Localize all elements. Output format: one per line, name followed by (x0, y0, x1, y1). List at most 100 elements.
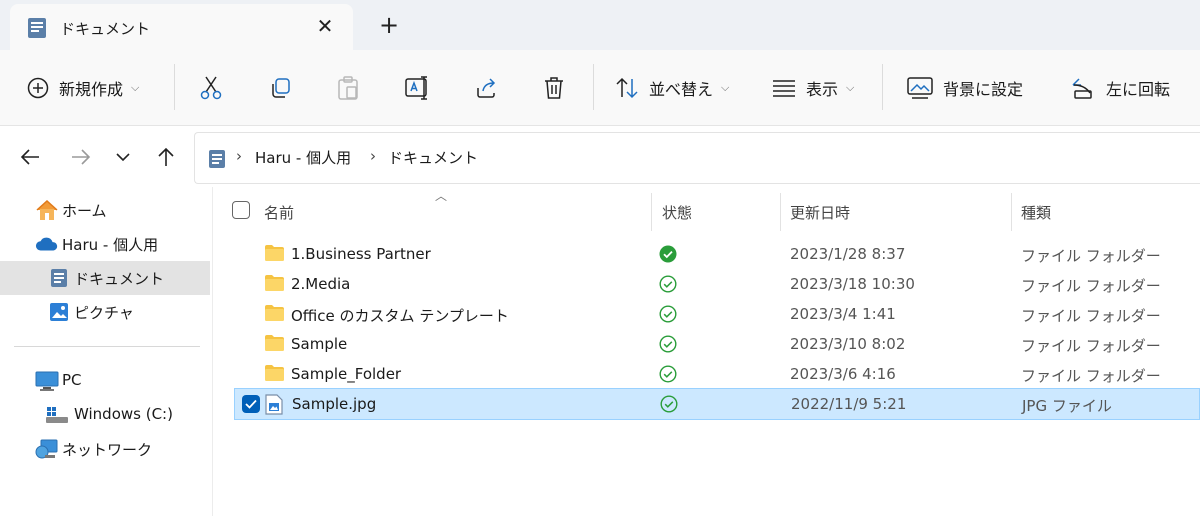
select-all-checkbox[interactable] (232, 201, 250, 219)
file-type: ファイル フォルダー (1021, 277, 1161, 295)
forward-button[interactable] (69, 145, 93, 169)
set-as-background-button[interactable]: 背景に設定 (907, 70, 1023, 106)
rotate-left-button[interactable]: 左に回転 (1070, 70, 1170, 106)
new-button[interactable]: 新規作成 ⌵ (27, 70, 139, 106)
copy-icon (270, 77, 292, 99)
sort-arrows-icon (615, 77, 639, 99)
cut-button[interactable] (200, 70, 222, 106)
column-header-name[interactable]: 名前 (264, 202, 294, 223)
sidebar-item-label: ネットワーク (62, 441, 153, 459)
table-row[interactable]: Sample_Folder 2023/3/6 4:16 ファイル フォルダー (234, 359, 1200, 389)
close-tab-button[interactable]: ✕ (312, 13, 338, 39)
jpg-file-icon (265, 394, 283, 419)
sync-status-icon (659, 305, 677, 327)
sync-status-icon (659, 275, 677, 297)
folder-icon (264, 274, 285, 296)
sidebar-item-documents[interactable]: ドキュメント (0, 261, 210, 295)
sync-status-icon (659, 365, 677, 387)
column-divider[interactable] (780, 193, 781, 231)
column-divider[interactable] (651, 193, 652, 231)
file-name: Office のカスタム テンプレート (291, 307, 509, 325)
tab-documents[interactable]: ドキュメント ✕ (10, 4, 353, 50)
folder-icon (264, 334, 285, 356)
file-date: 2022/11/9 5:21 (791, 395, 907, 413)
tab-title: ドキュメント (60, 20, 151, 38)
sync-status-icon (659, 335, 677, 357)
sidebar-item-label: Haru - 個人用 (62, 236, 159, 254)
file-name: Sample (291, 335, 348, 353)
new-tab-button[interactable]: + (375, 11, 403, 39)
breadcrumb-separator: › (236, 147, 242, 165)
sidebar-item-home[interactable]: ホーム (0, 193, 210, 227)
sort-button-label: 並べ替え (649, 80, 714, 99)
sidebar-item-network[interactable]: ネットワーク (0, 432, 210, 466)
sidebar-item-pictures[interactable]: ピクチャ (0, 295, 210, 329)
column-header-status[interactable]: 状態 (662, 202, 692, 223)
paste-button[interactable] (337, 70, 359, 106)
sidebar-item-label: ホーム (62, 202, 107, 220)
file-name: Sample_Folder (291, 365, 402, 383)
rotate-left-icon (1070, 76, 1096, 100)
sync-status-icon (660, 395, 678, 417)
recent-locations-button[interactable] (111, 145, 135, 169)
table-row[interactable]: Office のカスタム テンプレート 2023/3/4 1:41 ファイル フ… (234, 299, 1200, 329)
table-row[interactable]: 2.Media 2023/3/18 10:30 ファイル フォルダー (234, 269, 1200, 299)
delete-button[interactable] (543, 70, 565, 106)
onedrive-cloud-icon (35, 232, 59, 256)
sync-status-filled-icon (659, 245, 677, 267)
sidebar-item-windows-drive[interactable]: Windows (C:) (0, 398, 210, 432)
column-header-type[interactable]: 種類 (1021, 202, 1051, 223)
scissors-icon (200, 76, 222, 100)
file-date: 2023/3/4 1:41 (790, 305, 896, 323)
chevron-down-icon: ⌵ (131, 81, 140, 94)
file-type: ファイル フォルダー (1021, 337, 1161, 355)
sidebar-item-label: ピクチャ (74, 304, 134, 322)
rename-button[interactable] (405, 70, 431, 106)
column-header-date-modified[interactable]: 更新日時 (790, 202, 850, 223)
address-bar[interactable]: › Haru - 個人用 › ドキュメント (194, 132, 1200, 184)
documents-icon (47, 266, 71, 290)
copy-button[interactable] (270, 70, 292, 106)
command-bar: 新規作成 ⌵ 並べ替え ⌵ 表示 ⌵ 背景に設定 左に回転 (0, 50, 1200, 126)
breadcrumb-item-documents[interactable]: ドキュメント (388, 147, 478, 168)
set-as-background-label: 背景に設定 (943, 80, 1024, 99)
toolbar-divider (593, 64, 594, 110)
file-date: 2023/3/18 10:30 (790, 275, 915, 293)
sidebar-divider (14, 346, 200, 347)
share-icon (475, 77, 499, 99)
view-button[interactable]: 表示 ⌵ (772, 70, 854, 106)
folder-icon (264, 244, 285, 266)
table-row[interactable]: 1.Business Partner 2023/1/28 8:37 ファイル フ… (234, 239, 1200, 269)
chevron-down-icon: ⌵ (721, 81, 730, 94)
view-button-label: 表示 (806, 80, 839, 99)
table-row[interactable]: Sample 2023/3/10 8:02 ファイル フォルダー (234, 329, 1200, 359)
documents-icon (27, 17, 47, 43)
back-button[interactable] (18, 145, 42, 169)
file-type: JPG ファイル (1022, 397, 1112, 415)
sort-button[interactable]: 並べ替え ⌵ (615, 70, 729, 106)
share-button[interactable] (475, 70, 499, 106)
wallpaper-icon (907, 77, 933, 99)
table-row-selected[interactable]: Sample.jpg 2022/11/9 5:21 JPG ファイル (234, 388, 1200, 420)
home-icon (35, 198, 59, 222)
rename-icon (405, 76, 431, 100)
row-checkbox-checked[interactable] (242, 395, 260, 413)
up-button[interactable] (154, 145, 178, 169)
sidebar-item-label: PC (62, 371, 82, 389)
file-name: 1.Business Partner (291, 245, 431, 263)
sidebar-item-pc[interactable]: PC (0, 364, 210, 398)
file-type: ファイル フォルダー (1021, 247, 1161, 265)
sort-ascending-icon: ︿ (435, 189, 448, 203)
navigation-pane: ホーム Haru - 個人用 ドキュメント ピクチャ PC Windows (C… (0, 187, 213, 516)
column-divider[interactable] (1011, 193, 1012, 231)
sidebar-item-onedrive[interactable]: Haru - 個人用 (0, 227, 210, 261)
clipboard-icon (337, 76, 359, 100)
sidebar-item-label: Windows (C:) (74, 405, 173, 423)
file-date: 2023/3/10 8:02 (790, 335, 906, 353)
breadcrumb-item-onedrive[interactable]: Haru - 個人用 (255, 147, 351, 168)
network-icon (35, 437, 59, 461)
navigation-row: › Haru - 個人用 › ドキュメント (0, 127, 1200, 187)
file-name: Sample.jpg (292, 395, 377, 413)
sidebar-item-label: ドキュメント (74, 270, 165, 288)
new-button-label: 新規作成 (59, 80, 124, 99)
